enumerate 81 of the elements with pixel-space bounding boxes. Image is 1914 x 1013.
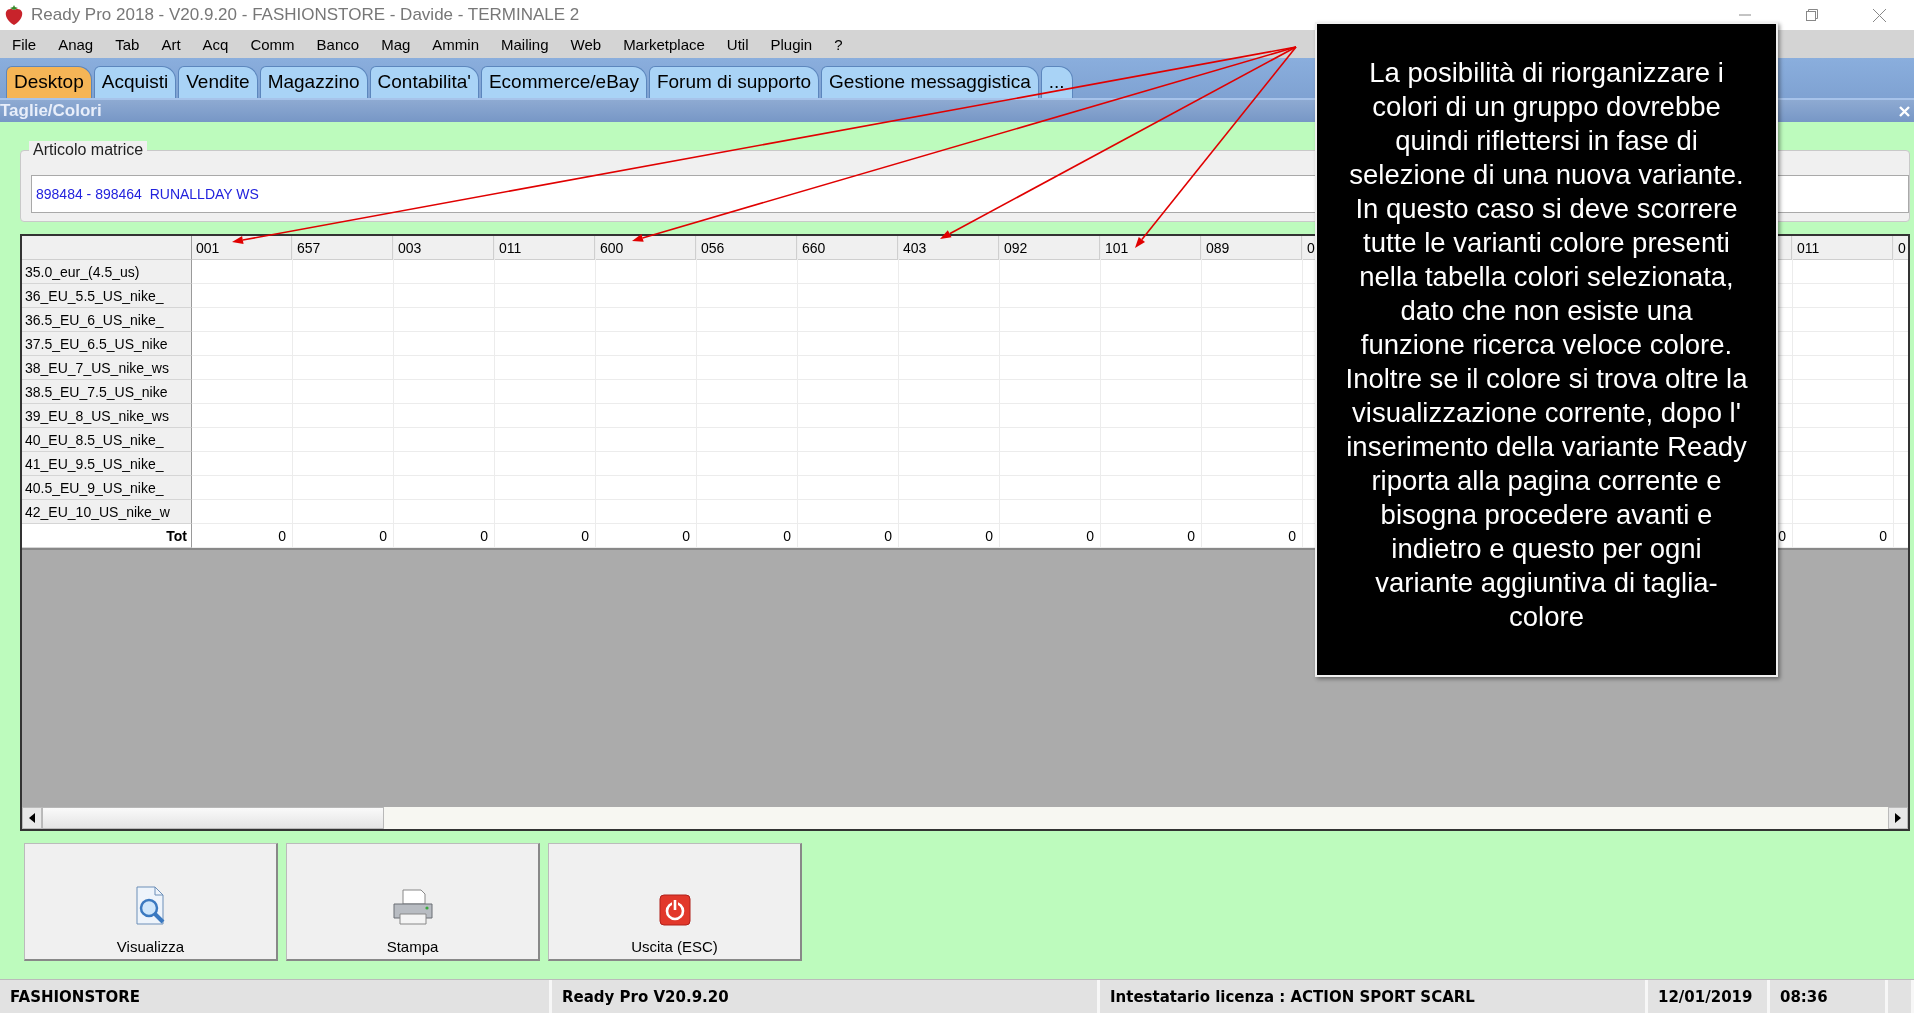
column-header: 056 (697, 236, 797, 260)
column-header: 403 (899, 236, 999, 260)
status-text: 12/01/2019 (1648, 980, 1770, 1013)
column-header: 092 (1000, 236, 1100, 260)
column-header: 0 (1894, 236, 1908, 260)
menu-item[interactable]: ? (823, 35, 854, 53)
window-title: Ready Pro 2018 - V20.9.20 - FASHIONSTORE - Davide - TERMINALE 2 (31, 5, 580, 25)
row-header: 38_EU_7_US_nike_ws (22, 356, 192, 380)
panel-title: Taglie/Colori (0, 101, 102, 121)
column-header: 600 (596, 236, 696, 260)
tab[interactable]: Acquisti (93, 66, 177, 98)
horizontal-scrollbar[interactable] (22, 807, 1908, 829)
menu-item[interactable]: Mag (370, 35, 422, 53)
menu-item[interactable]: Anag (47, 35, 105, 53)
tab[interactable]: Gestione messaggistica (821, 66, 1039, 98)
strawberry-icon (4, 4, 24, 26)
row-header: 39_EU_8_US_nike_ws (22, 404, 192, 428)
menu-item[interactable]: Comm (239, 35, 306, 53)
menu-item[interactable]: Mailing (490, 35, 560, 53)
status-text: Ready Pro V20.9.20 (552, 980, 1100, 1013)
scroll-thumb[interactable] (42, 807, 384, 829)
menu-item[interactable]: Util (715, 35, 760, 53)
column-header: 660 (798, 236, 898, 260)
row-header: 37.5_EU_6.5_US_nike (22, 332, 192, 356)
toolbar-button[interactable]: Stampa (286, 843, 540, 961)
column-header: 089 (1202, 236, 1302, 260)
toolbar-button[interactable]: Uscita (ESC) (548, 843, 802, 961)
table-cell-text: 0 (378, 527, 388, 546)
tab[interactable]: Magazzino (259, 66, 368, 98)
row-header: 36.5_EU_6_US_nike_ (22, 308, 192, 332)
row-header: 36_EU_5.5_US_nike_ (22, 284, 192, 308)
status-text: Intestatario licenza : ACTION SPORT SCARL (1100, 980, 1648, 1013)
toolbar-button[interactable]: Visualizza (24, 843, 278, 961)
table-cell-text: 0 (1777, 527, 1787, 546)
menu-item[interactable]: Art (150, 35, 192, 53)
table-cell-text: 0 (1085, 527, 1095, 546)
scroll-right-icon[interactable] (1888, 807, 1908, 829)
scroll-left-icon[interactable] (22, 807, 42, 829)
table-cell-text: 0 (580, 527, 590, 546)
menu-item[interactable]: Banco (305, 35, 371, 53)
table-cell-text: 0 (1186, 527, 1196, 546)
row-header: 41_EU_9.5_US_nike_ (22, 452, 192, 476)
row-header: 40_EU_8.5_US_nike_ (22, 428, 192, 452)
table-cell-text: 0 (984, 527, 994, 546)
status-text: 08:36 (1770, 980, 1888, 1013)
table-cell-text: 0 (883, 527, 893, 546)
tab[interactable]: Vendite (178, 66, 258, 98)
status-text: FASHIONSTORE (0, 980, 552, 1013)
column-header: 011 (1793, 236, 1893, 260)
row-header: 42_EU_10_US_nike_w (22, 500, 192, 524)
table-cell-text: 0 (1287, 527, 1297, 546)
table-cell-text: 0 (782, 527, 792, 546)
column-header: 657 (293, 236, 393, 260)
column-header: 101 (1101, 236, 1201, 260)
restore-icon[interactable] (1806, 9, 1818, 21)
column-header: 011 (495, 236, 595, 260)
tab[interactable]: Forum di supporto (648, 66, 820, 98)
column-header: 001 (192, 236, 292, 260)
tab[interactable]: Contabilita' (369, 66, 479, 98)
menu-item[interactable]: File (12, 35, 48, 53)
close-icon[interactable] (1873, 8, 1886, 22)
printer-icon (390, 888, 435, 926)
menu-item[interactable]: Marketplace (612, 35, 716, 53)
table-cell-text: 0 (1878, 527, 1888, 546)
row-header: 38.5_EU_7.5_US_nike (22, 380, 192, 404)
menu-item[interactable]: Ammin (421, 35, 490, 53)
power-button-icon (658, 894, 691, 926)
row-header: 40.5_EU_9_US_nike_ (22, 476, 192, 500)
row-header: Tot (22, 524, 192, 548)
menu-item[interactable]: Web (559, 35, 613, 53)
tab[interactable]: Desktop (6, 66, 92, 98)
tab[interactable]: Ecommerce/eBay (480, 66, 647, 98)
table-cell-text: 0 (681, 527, 691, 546)
menu-item[interactable]: Tab (104, 35, 151, 53)
table-cell-text: 0 (277, 527, 287, 546)
menu-item[interactable]: Acq (191, 35, 240, 53)
tab[interactable]: ... (1040, 66, 1073, 98)
table-cell-text: 0 (479, 527, 489, 546)
row-header: 35.0_eur_(4.5_us) (22, 260, 192, 284)
menu-item[interactable]: Plugin (759, 35, 824, 53)
column-header: 003 (394, 236, 494, 260)
